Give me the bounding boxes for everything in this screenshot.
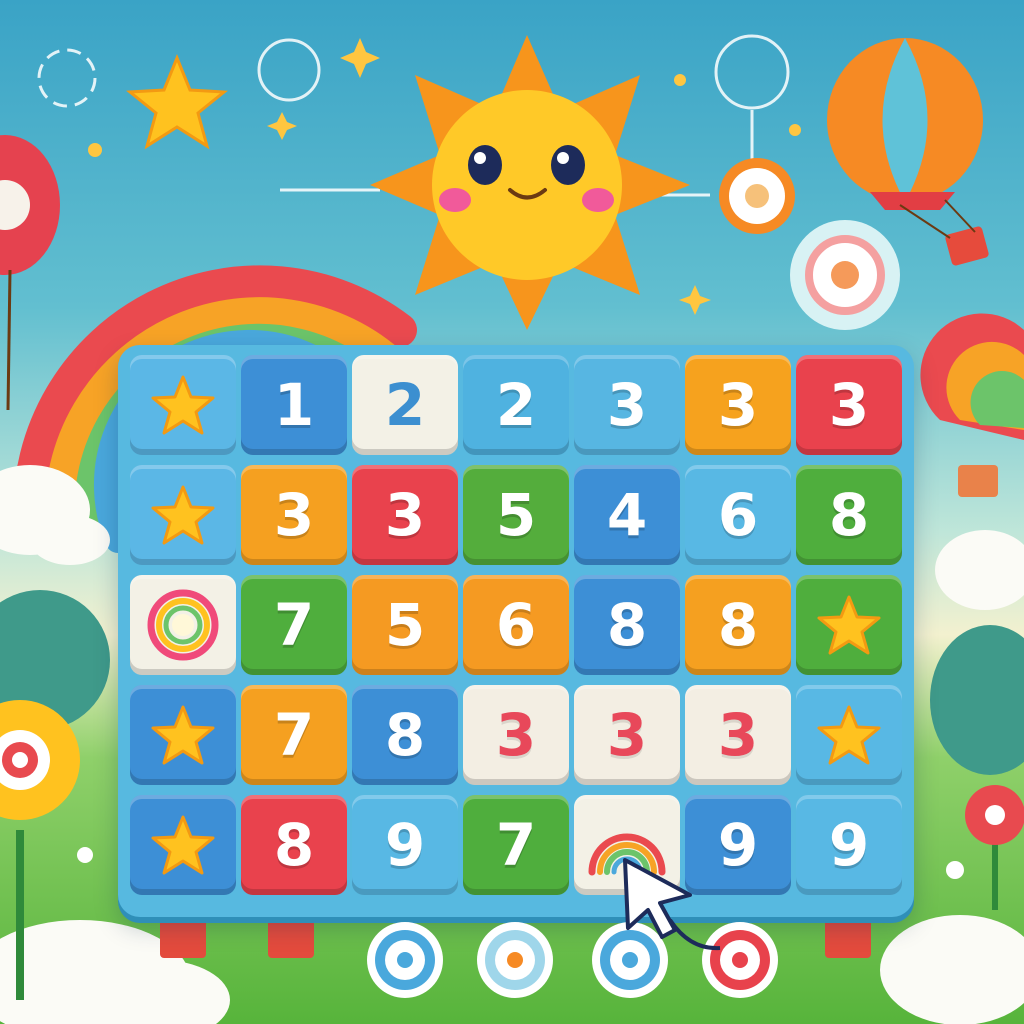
number-tile[interactable]: 8 bbox=[685, 575, 791, 675]
tile-number: 3 bbox=[717, 371, 759, 439]
number-tile[interactable]: 6 bbox=[463, 575, 569, 675]
number-tile[interactable]: 3 bbox=[685, 355, 791, 455]
tile-number: 8 bbox=[828, 481, 870, 549]
game-board: 1 2 2 3 3 3 3 3 5 4 6 8 7 5 6 8 8 7 8 3 3 3 8 9 7 9 9 bbox=[118, 345, 914, 917]
number-tile[interactable]: 2 bbox=[352, 355, 458, 455]
number-tile[interactable]: 4 bbox=[574, 465, 680, 565]
star-tile[interactable] bbox=[130, 685, 236, 785]
star-icon bbox=[817, 593, 881, 657]
number-tile[interactable]: 3 bbox=[241, 465, 347, 565]
number-tile[interactable]: 3 bbox=[574, 685, 680, 785]
number-tile[interactable]: 8 bbox=[352, 685, 458, 785]
tile-number: 7 bbox=[273, 591, 315, 659]
tile-number: 2 bbox=[384, 371, 426, 439]
number-tile[interactable]: 9 bbox=[685, 795, 791, 895]
number-tile[interactable]: 3 bbox=[685, 685, 791, 785]
tile-number: 3 bbox=[828, 371, 870, 439]
number-tile[interactable]: 8 bbox=[796, 465, 902, 565]
tile-number: 9 bbox=[828, 811, 870, 879]
tile-number: 8 bbox=[606, 591, 648, 659]
tile-number: 9 bbox=[717, 811, 759, 879]
board-leg-mid bbox=[268, 918, 314, 958]
tile-number: 9 bbox=[384, 811, 426, 879]
tile-number: 1 bbox=[273, 371, 315, 439]
ring-tile[interactable] bbox=[130, 575, 236, 675]
sun-mascot-icon bbox=[370, 35, 690, 330]
tile-number: 5 bbox=[384, 591, 426, 659]
tile-number: 3 bbox=[606, 371, 648, 439]
star-tile[interactable] bbox=[796, 685, 902, 785]
tile-number: 8 bbox=[717, 591, 759, 659]
number-tile[interactable]: 3 bbox=[796, 355, 902, 455]
number-tile[interactable]: 1 bbox=[241, 355, 347, 455]
number-tile[interactable]: 6 bbox=[685, 465, 791, 565]
tile-number: 3 bbox=[273, 481, 315, 549]
number-tile[interactable]: 2 bbox=[463, 355, 569, 455]
star-icon bbox=[151, 483, 215, 547]
tile-number: 8 bbox=[384, 701, 426, 769]
number-tile[interactable]: 8 bbox=[574, 575, 680, 675]
rainbow-tile[interactable] bbox=[574, 795, 680, 895]
tile-number: 2 bbox=[495, 371, 537, 439]
number-tile[interactable]: 7 bbox=[241, 685, 347, 785]
tile-number: 7 bbox=[273, 701, 315, 769]
tile-number: 6 bbox=[717, 481, 759, 549]
board-leg-right bbox=[825, 918, 871, 958]
rainbow-icon bbox=[582, 810, 672, 880]
number-tile[interactable]: 7 bbox=[463, 795, 569, 895]
ring-icon bbox=[143, 585, 223, 665]
tile-number: 8 bbox=[273, 811, 315, 879]
tile-number: 4 bbox=[606, 481, 648, 549]
star-tile[interactable] bbox=[130, 355, 236, 455]
tree-right bbox=[930, 625, 1024, 775]
rainbow-balloon-icon bbox=[920, 313, 1024, 497]
tile-number: 3 bbox=[384, 481, 426, 549]
number-tile[interactable]: 7 bbox=[241, 575, 347, 675]
number-tile[interactable]: 5 bbox=[352, 575, 458, 675]
star-icon bbox=[151, 813, 215, 877]
number-tile[interactable]: 3 bbox=[352, 465, 458, 565]
tile-number: 3 bbox=[606, 701, 648, 769]
number-tile[interactable]: 3 bbox=[463, 685, 569, 785]
star-icon bbox=[817, 703, 881, 767]
star-icon bbox=[151, 703, 215, 767]
star-icon bbox=[151, 373, 215, 437]
tile-number: 3 bbox=[495, 701, 537, 769]
star-tile[interactable] bbox=[796, 575, 902, 675]
star-tile[interactable] bbox=[130, 465, 236, 565]
number-tile[interactable]: 9 bbox=[796, 795, 902, 895]
star-icon bbox=[126, 54, 228, 150]
tile-number: 5 bbox=[495, 481, 537, 549]
tile-grid: 1 2 2 3 3 3 3 3 5 4 6 8 7 5 6 8 8 7 8 3 3 3 8 9 7 9 9 bbox=[130, 355, 902, 903]
balloon-left-icon bbox=[0, 135, 60, 411]
number-tile[interactable]: 3 bbox=[574, 355, 680, 455]
tile-number: 6 bbox=[495, 591, 537, 659]
number-tile[interactable]: 9 bbox=[352, 795, 458, 895]
tile-number: 7 bbox=[495, 811, 537, 879]
number-tile[interactable]: 8 bbox=[241, 795, 347, 895]
star-tile[interactable] bbox=[130, 795, 236, 895]
tile-number: 3 bbox=[717, 701, 759, 769]
number-tile[interactable]: 5 bbox=[463, 465, 569, 565]
board-leg-left bbox=[160, 918, 206, 958]
